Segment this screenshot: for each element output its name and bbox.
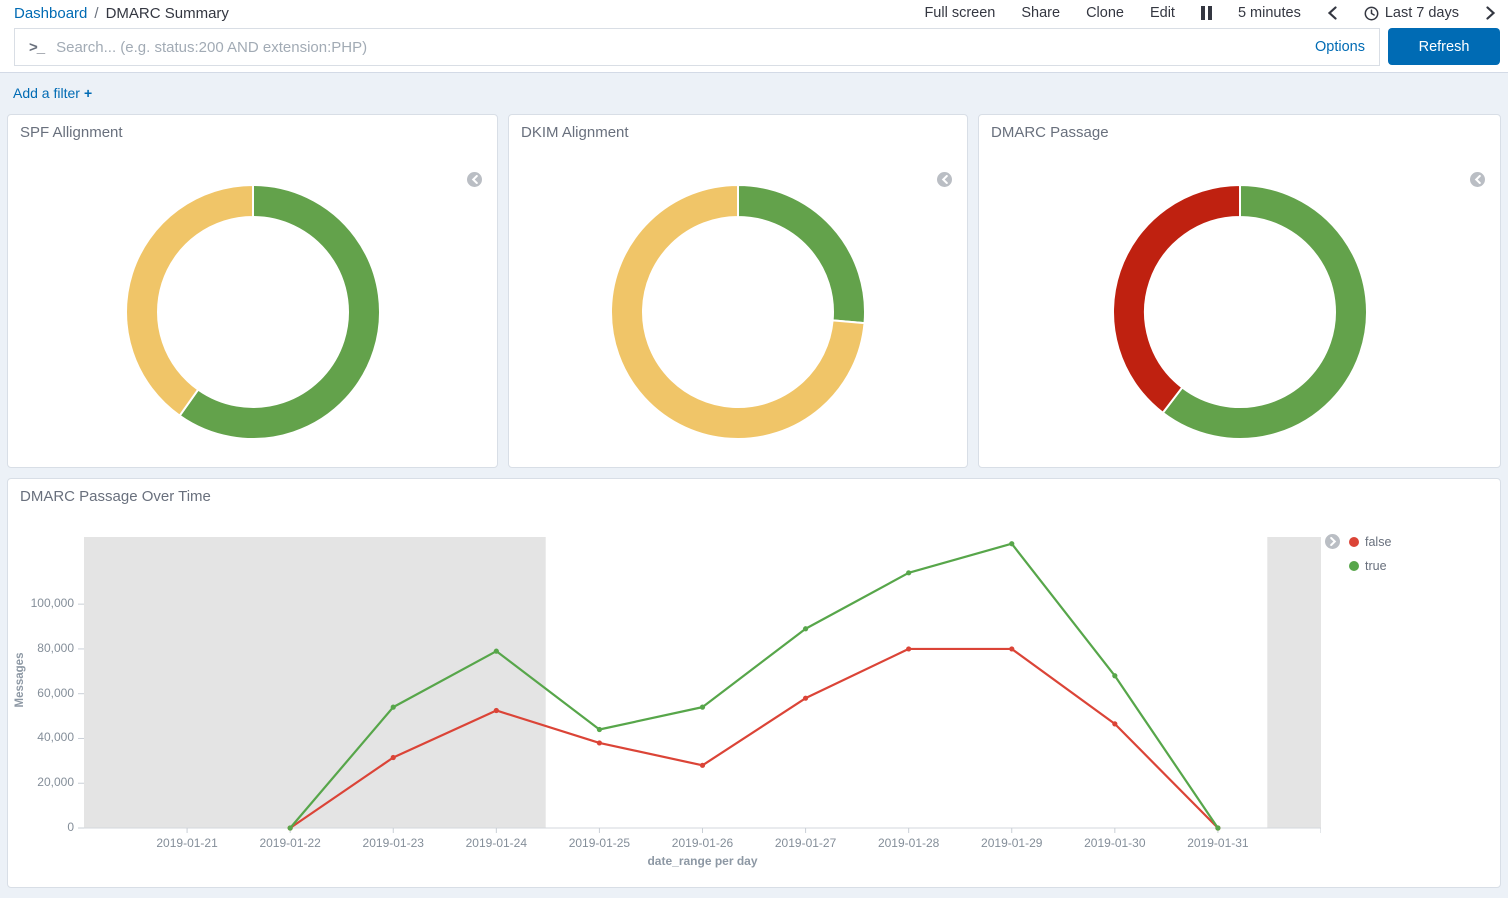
x-axis-title: date_range per day: [84, 854, 1321, 868]
query-bar: >_ Options Refresh: [0, 26, 1508, 72]
time-back-button[interactable]: [1327, 6, 1338, 20]
panel-spf-alignment: SPF Allignment: [7, 114, 498, 468]
time-forward-button[interactable]: [1485, 6, 1496, 20]
x-axis-tick-label: 2019-01-31: [1175, 836, 1261, 850]
legend-collapse-button[interactable]: [467, 172, 482, 187]
y-axis-title: Messages: [14, 610, 26, 750]
chevron-left-icon: [471, 175, 479, 184]
refresh-interval-button[interactable]: 5 minutes: [1238, 5, 1301, 21]
search-input[interactable]: [56, 39, 1303, 56]
full-screen-button[interactable]: Full screen: [924, 5, 995, 21]
top-bar: Dashboard / DMARC Summary Full screen Sh…: [0, 0, 1508, 72]
plus-icon: +: [84, 85, 92, 101]
legend-item-false[interactable]: false: [1349, 535, 1391, 549]
panel-title: DMARC Passage: [979, 115, 1500, 150]
chevron-left-icon: [1327, 6, 1338, 20]
dashboard-row-1: SPF Allignment DKIM Alignment DMARC Pass…: [7, 114, 1501, 468]
time-range-label: Last 7 days: [1385, 5, 1459, 21]
breadcrumb-separator: /: [94, 5, 98, 22]
x-axis-tick-label: 2019-01-22: [247, 836, 333, 850]
clone-button[interactable]: Clone: [1086, 5, 1124, 21]
page-title: DMARC Summary: [106, 5, 229, 22]
clock-icon: [1364, 6, 1379, 21]
legend-collapse-button[interactable]: [937, 172, 952, 187]
panel-dmarc-passage-over-time: DMARC Passage Over Time 020,00040,00060,…: [7, 478, 1501, 888]
x-axis-tick-label: 2019-01-27: [763, 836, 849, 850]
donut-chart[interactable]: [610, 184, 866, 440]
x-axis-tick-label: 2019-01-28: [866, 836, 952, 850]
chevron-right-icon: [1329, 537, 1337, 546]
line-chart: 020,00040,00060,00080,000100,0002019-01-…: [8, 479, 1321, 889]
x-axis-tick-label: 2019-01-26: [660, 836, 746, 850]
filter-bar: Add a filter+: [7, 73, 1501, 114]
chevron-left-icon: [941, 175, 949, 184]
refresh-button[interactable]: Refresh: [1388, 28, 1500, 65]
time-range-picker[interactable]: Last 7 days: [1364, 5, 1459, 21]
dashboard-content: Add a filter+ SPF Allignment DKIM Alignm…: [0, 72, 1508, 888]
panel-title: DKIM Alignment: [509, 115, 967, 150]
share-button[interactable]: Share: [1021, 5, 1060, 21]
donut-chart[interactable]: [125, 184, 381, 440]
legend-collapse-button[interactable]: [1470, 172, 1485, 187]
pause-icon[interactable]: [1201, 6, 1212, 20]
legend-item-true[interactable]: true: [1349, 559, 1391, 573]
x-axis-tick-label: 2019-01-25: [556, 836, 642, 850]
legend-dot-true: [1349, 561, 1359, 571]
search-bar[interactable]: >_ Options: [14, 28, 1380, 66]
x-axis-tick-label: 2019-01-29: [969, 836, 1055, 850]
add-filter-button[interactable]: Add a filter+: [13, 85, 92, 101]
y-axis-tick-label: 0: [12, 820, 74, 834]
legend-dot-false: [1349, 537, 1359, 547]
x-axis-tick-label: 2019-01-21: [144, 836, 230, 850]
top-nav: Dashboard / DMARC Summary Full screen Sh…: [0, 0, 1508, 26]
edit-button[interactable]: Edit: [1150, 5, 1175, 21]
options-button[interactable]: Options: [1315, 39, 1365, 55]
y-axis-tick-label: 100,000: [12, 596, 74, 610]
panel-title: SPF Allignment: [8, 115, 497, 150]
line-chart-canvas[interactable]: [8, 479, 1321, 835]
chevron-right-icon: [1485, 6, 1496, 20]
x-axis-tick-label: 2019-01-24: [453, 836, 539, 850]
breadcrumb: Dashboard / DMARC Summary: [14, 5, 229, 22]
legend-expand-button[interactable]: [1325, 534, 1340, 549]
nav-menu: Full screen Share Clone Edit 5 minutes L…: [924, 5, 1496, 21]
donut-chart[interactable]: [1112, 184, 1368, 440]
panel-dkim-alignment: DKIM Alignment: [508, 114, 968, 468]
chart-legend: false true: [1325, 534, 1391, 573]
console-icon: >_: [29, 39, 44, 56]
breadcrumb-dashboard-link[interactable]: Dashboard: [14, 5, 87, 22]
x-axis-tick-label: 2019-01-30: [1072, 836, 1158, 850]
x-axis-tick-label: 2019-01-23: [350, 836, 436, 850]
chevron-left-icon: [1474, 175, 1482, 184]
y-axis-tick-label: 20,000: [12, 775, 74, 789]
panel-dmarc-passage: DMARC Passage: [978, 114, 1501, 468]
